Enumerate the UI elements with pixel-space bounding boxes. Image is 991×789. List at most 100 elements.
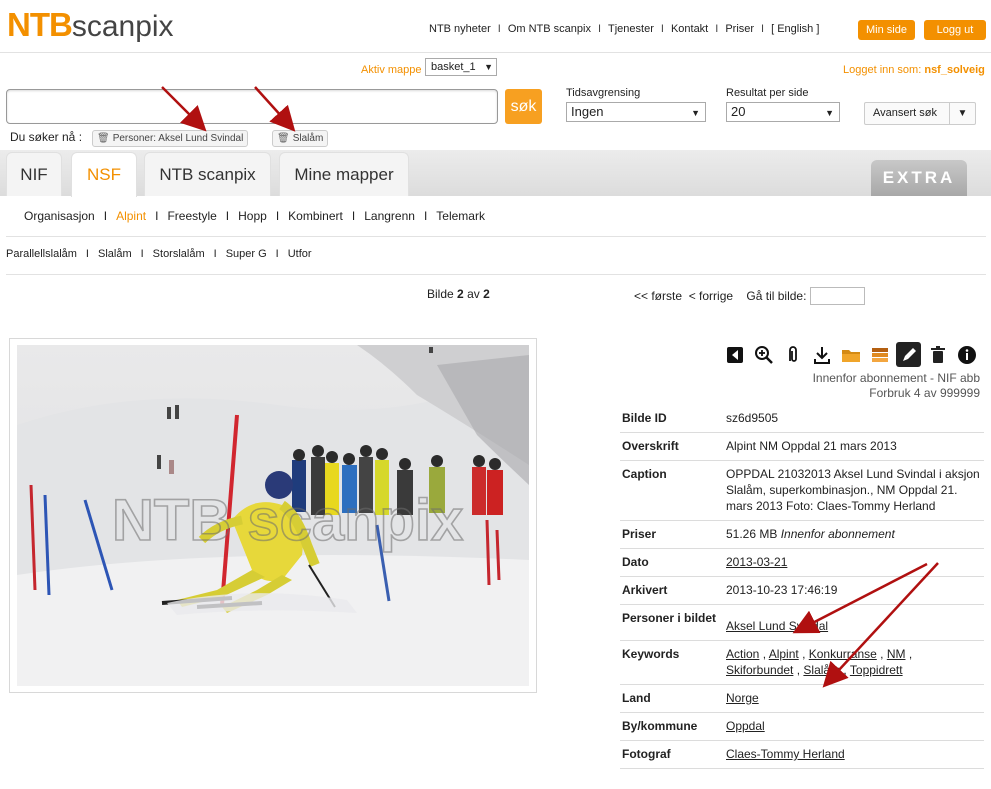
nav-tjenester[interactable]: Tjenester: [608, 23, 654, 35]
back-arrow-icon[interactable]: [722, 342, 747, 367]
keyword-link[interactable]: NM: [887, 647, 906, 661]
subnav-hopp[interactable]: Hopp: [238, 209, 267, 223]
header-divider: [0, 52, 991, 53]
meta-key: Dato: [622, 555, 649, 569]
extra-badge[interactable]: EXTRA: [871, 160, 967, 196]
zoom-in-icon[interactable]: [751, 342, 776, 367]
tab-nsf[interactable]: NSF: [71, 152, 137, 197]
attachment-icon[interactable]: [780, 342, 805, 367]
meta-row-caption: Caption OPPDAL 21032013 Aksel Lund Svind…: [620, 461, 984, 521]
chevron-down-icon[interactable]: ▼: [949, 103, 975, 124]
subnav-telemark[interactable]: Telemark: [436, 209, 485, 223]
meta-row-by: By/kommune Oppdal: [620, 713, 984, 741]
keyword-link[interactable]: Alpint: [769, 647, 799, 661]
folder-icon[interactable]: [838, 342, 863, 367]
dato-link[interactable]: 2013-03-21: [726, 555, 787, 569]
meta-row-dato: Dato 2013-03-21: [620, 549, 984, 577]
meta-row-land: Land Norge: [620, 685, 984, 713]
subnav-utfor[interactable]: Utfor: [288, 248, 312, 260]
tidsavgrensing-value: Ingen: [571, 104, 604, 119]
keyword-link[interactable]: Skiforbundet: [726, 663, 793, 677]
meta-row-bilde-id: Bilde ID sz6d9505: [620, 405, 984, 433]
subnav-freestyle[interactable]: Freestyle: [167, 209, 216, 223]
image-metadata: Bilde ID sz6d9505 Overskrift Alpint NM O…: [620, 405, 984, 769]
tab-nif[interactable]: NIF: [6, 152, 62, 196]
subscription-info: Innenfor abonnement - NIF abb Forbruk 4 …: [813, 371, 980, 401]
image-toolbar: [722, 342, 979, 367]
tab-ntb-scanpix[interactable]: NTB scanpix: [144, 152, 271, 196]
nav-ntb-nyheter[interactable]: NTB nyheter: [429, 23, 491, 35]
info-icon[interactable]: [954, 342, 979, 367]
meta-key: Priser: [622, 527, 657, 541]
by-link[interactable]: Oppdal: [726, 719, 765, 733]
usage-line: Forbruk 4 av 999999: [869, 386, 980, 400]
subnav-storslalam[interactable]: Storslalåm: [153, 248, 205, 260]
person-link[interactable]: Aksel Lund Svindal: [726, 619, 828, 633]
forste-link[interactable]: << første: [634, 289, 682, 303]
bilde-current: 2: [457, 287, 464, 301]
subnav-slalam[interactable]: Slalåm: [98, 248, 132, 260]
sport-subnav: Organisasjon I Alpint I Freestyle I Hopp I K…: [24, 209, 485, 223]
subnav-kombinert[interactable]: Kombinert: [288, 209, 343, 223]
ntb-scanpix-logo[interactable]: NTB scanpix: [7, 6, 174, 43]
trash-icon[interactable]: 🗑: [97, 131, 110, 146]
min-side-button[interactable]: Min side: [858, 20, 915, 40]
ski-photo[interactable]: NTB scanpix: [17, 345, 529, 686]
search-chip-personer[interactable]: 🗑 Personer: Aksel Lund Svindal: [92, 130, 249, 147]
tab-mine-mapper[interactable]: Mine mapper: [279, 152, 409, 196]
image-counter: Bilde 2 av 2: [427, 287, 490, 301]
goto-input[interactable]: [810, 287, 866, 305]
edit-pencil-icon[interactable]: [896, 342, 921, 367]
resultat-per-side-select[interactable]: 20 ▼: [726, 102, 840, 122]
watermark: NTB scanpix: [112, 488, 463, 553]
tidsavgrensing-select[interactable]: Ingen ▼: [566, 102, 706, 122]
keyword-link[interactable]: Toppidrett: [850, 663, 903, 677]
meta-key: Fotograf: [622, 747, 671, 761]
meta-row-personer: Personer i bildet Aksel Lund Svindal: [620, 605, 984, 641]
divider: [6, 274, 986, 275]
aktiv-mappe-value: basket_1: [431, 61, 476, 73]
meta-value: 51.26 MB Innenfor abonnement: [726, 526, 984, 542]
avansert-sok-button[interactable]: Avansert søk ▼: [864, 102, 976, 125]
search-input[interactable]: [6, 89, 498, 124]
subnav-organisasjon[interactable]: Organisasjon: [24, 209, 95, 223]
fotograf-link[interactable]: Claes-Tommy Herland: [726, 747, 845, 761]
logged-in-label: Logget inn som:: [843, 64, 922, 76]
trash-icon[interactable]: [925, 342, 950, 367]
keyword-link[interactable]: Konkurranse: [809, 647, 877, 661]
download-icon[interactable]: [809, 342, 834, 367]
meta-row-arkivert: Arkivert 2013-10-23 17:46:19: [620, 577, 984, 605]
subnav-super-g[interactable]: Super G: [226, 248, 267, 260]
subnav-langrenn[interactable]: Langrenn: [364, 209, 415, 223]
nav-om-ntb-scanpix[interactable]: Om NTB scanpix: [508, 23, 591, 35]
keyword-link[interactable]: Slalåm: [803, 663, 840, 677]
nav-kontakt[interactable]: Kontakt: [671, 23, 708, 35]
keyword-list: Action , Alpint , Konkurranse , NM , Ski…: [726, 647, 913, 677]
keyword-link[interactable]: Action: [726, 647, 759, 661]
search-chip-slalam[interactable]: 🗑 Slalåm: [272, 130, 329, 147]
meta-value: 2013-10-23 17:46:19: [726, 583, 838, 597]
tidsavgrensing-label: Tidsavgrensing: [566, 87, 641, 99]
land-link[interactable]: Norge: [726, 691, 759, 705]
meta-key: Overskrift: [622, 439, 679, 453]
logo-scanpix-text: scanpix: [71, 10, 174, 43]
subnav-parallellslalam[interactable]: Parallellslalåm: [6, 248, 77, 260]
subnav-alpint[interactable]: Alpint: [116, 209, 146, 223]
aktiv-mappe-select[interactable]: basket_1 ▼: [425, 58, 497, 76]
pager: << første < forrige Gå til bilde:: [634, 287, 866, 305]
trash-icon[interactable]: 🗑: [277, 131, 290, 146]
meta-row-fotograf: Fotograf Claes-Tommy Herland: [620, 741, 984, 769]
bilde-word: Bilde: [427, 287, 454, 301]
file-size: 51.26 MB: [726, 527, 778, 541]
nav-priser[interactable]: Priser: [725, 23, 754, 35]
chip-label: Slalåm: [292, 133, 324, 144]
search-button[interactable]: søk: [505, 89, 542, 124]
logg-ut-button[interactable]: Logg ut: [924, 20, 986, 40]
du-soker-label: Du søker nå :: [10, 130, 83, 144]
meta-key: Arkivert: [622, 583, 668, 597]
nav-english[interactable]: [ English ]: [771, 23, 819, 35]
forrige-link[interactable]: < forrige: [689, 289, 733, 303]
stack-icon[interactable]: [867, 342, 892, 367]
logged-in-info: Logget inn som: nsf_solveig: [843, 64, 985, 76]
meta-key: Land: [622, 691, 651, 705]
